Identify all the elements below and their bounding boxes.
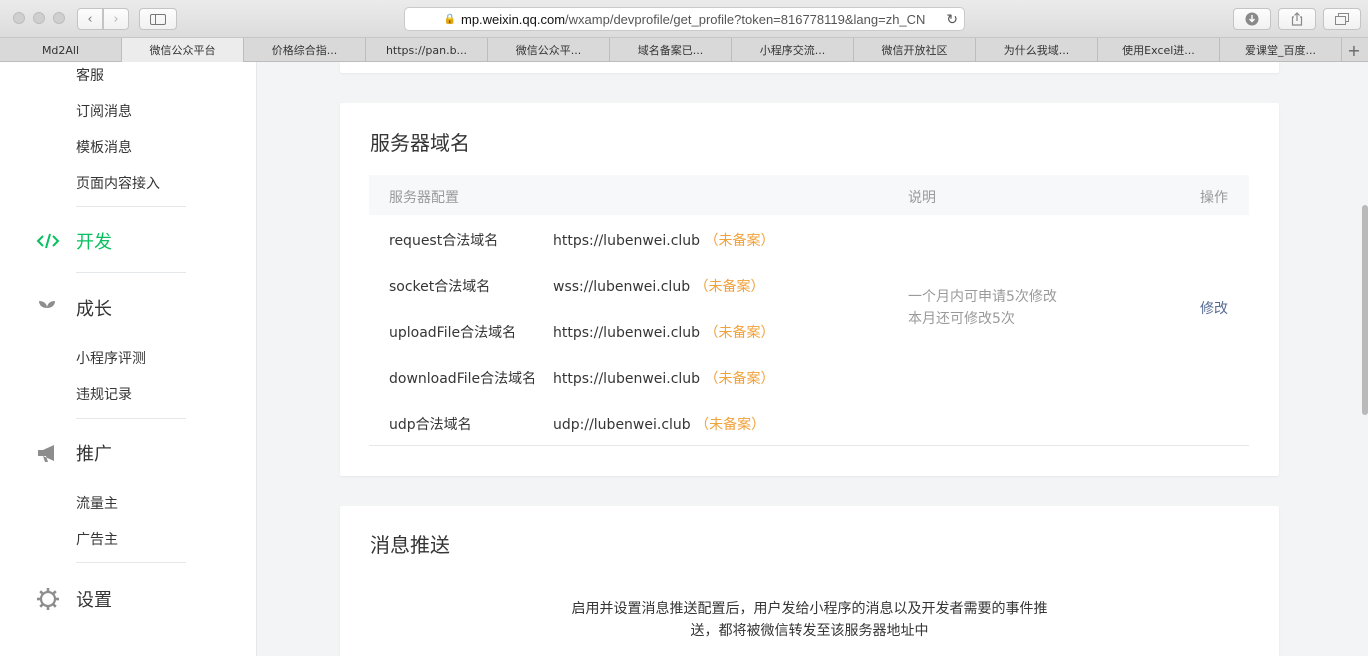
domain-label: socket合法域名 <box>389 279 491 295</box>
browser-tab[interactable]: https://pan.b... <box>366 38 488 62</box>
status-badge: （未备案） <box>704 233 775 249</box>
sidebar-item-advertiser[interactable]: 广告主 <box>76 529 118 549</box>
domain-url: https://lubenwei.club <box>553 325 701 341</box>
page-title: 服务器域名 <box>370 131 470 155</box>
domain-label: downloadFile合法域名 <box>389 371 537 387</box>
domain-value: https://lubenwei.club （未备案） <box>553 230 775 250</box>
sidebar-section-label: 设置 <box>76 590 112 611</box>
sidebar-toggle-button[interactable] <box>139 8 177 30</box>
sidebar-item-subscribe-message[interactable]: 订阅消息 <box>76 101 132 121</box>
scrollbar-thumb[interactable] <box>1362 205 1368 415</box>
status-badge: （未备案） <box>694 279 765 295</box>
sidebar-item-page-content[interactable]: 页面内容接入 <box>76 173 160 193</box>
domain-value: https://lubenwei.club （未备案） <box>553 322 775 342</box>
gear-icon <box>36 587 62 611</box>
reload-icon[interactable]: ↻ <box>946 11 958 28</box>
share-button[interactable] <box>1278 8 1316 30</box>
domain-url: udp://lubenwei.club <box>553 417 691 433</box>
domain-url: https://lubenwei.club <box>553 233 701 249</box>
desc-line: 本月还可修改5次 <box>908 311 1015 327</box>
domain-label: uploadFile合法域名 <box>389 325 517 341</box>
sidebar-section-label: 推广 <box>76 444 112 465</box>
domain-label: udp合法域名 <box>389 417 472 433</box>
address-bar[interactable]: 🔒 mp.weixin.qq.com/wxamp/devprofile/get_… <box>404 7 965 31</box>
minimize-window-button[interactable] <box>33 12 45 24</box>
previous-card <box>340 62 1279 73</box>
browser-tab[interactable]: 价格综合指... <box>244 38 366 62</box>
download-icon <box>1245 12 1259 26</box>
chevron-left-icon: ‹ <box>87 11 93 27</box>
sidebar-item-violation-records[interactable]: 违规记录 <box>76 384 132 404</box>
sidebar-item-customer-service[interactable]: 客服 <box>76 65 104 85</box>
domain-value: udp://lubenwei.club （未备案） <box>553 414 765 434</box>
browser-tab[interactable]: 为什么我域... <box>976 38 1098 62</box>
sidebar-section-develop[interactable]: 开发 <box>36 228 112 254</box>
sprout-icon <box>36 296 62 320</box>
status-badge: （未备案） <box>704 371 775 387</box>
message-push-card: 消息推送 启用并设置消息推送配置后，用户发给小程序的消息以及开发者需要的事件推 … <box>340 506 1279 656</box>
sidebar-section-settings[interactable]: 设置 <box>36 586 112 612</box>
sidebar: 客服 订阅消息 模板消息 页面内容接入 开发 成长 小程序评测 违规记录 推广 … <box>0 62 257 656</box>
url-path: /wxamp/devprofile/get_profile?token=8167… <box>565 11 926 27</box>
sidebar-section-label: 成长 <box>76 299 112 320</box>
browser-tab[interactable]: 小程序交流... <box>732 38 854 62</box>
desc-line: 一个月内可申请5次修改 <box>908 289 1057 305</box>
domain-url: wss://lubenwei.club <box>553 279 691 295</box>
plus-icon: + <box>1347 40 1361 60</box>
column-header-action: 操作 <box>1200 190 1228 206</box>
domain-url: https://lubenwei.club <box>553 371 701 387</box>
status-badge: （未备案） <box>695 417 766 433</box>
zoom-window-button[interactable] <box>53 12 65 24</box>
sidebar-divider <box>76 562 186 563</box>
section-title: 消息推送 <box>370 533 450 557</box>
table-divider <box>369 445 1249 446</box>
downloads-button[interactable] <box>1233 8 1271 30</box>
code-icon <box>36 229 62 253</box>
sidebar-section-growth[interactable]: 成长 <box>36 295 112 321</box>
forward-button[interactable]: › <box>103 8 129 30</box>
domain-value: https://lubenwei.club （未备案） <box>553 368 775 388</box>
sidebar-item-template-message[interactable]: 模板消息 <box>76 137 132 157</box>
tabs-icon <box>1335 13 1349 25</box>
browser-tab[interactable]: 使用Excel进... <box>1098 38 1220 62</box>
tab-bar: Md2All 微信公众平台 价格综合指... https://pan.b... … <box>0 38 1368 62</box>
megaphone-icon <box>36 441 62 465</box>
browser-tab-active[interactable]: 微信公众平台 <box>122 38 244 62</box>
modify-link[interactable]: 修改 <box>1200 298 1228 318</box>
browser-tab[interactable]: 微信公众平... <box>488 38 610 62</box>
browser-tab[interactable]: Md2All <box>0 38 122 62</box>
sidebar-section-label: 开发 <box>76 232 112 253</box>
sidebar-icon <box>150 13 166 25</box>
browser-tab[interactable]: 域名备案已... <box>610 38 732 62</box>
modify-quota-description: 一个月内可申请5次修改 本月还可修改5次 <box>908 286 1057 330</box>
column-header-desc: 说明 <box>908 190 936 206</box>
server-domain-card: 服务器域名 服务器配置 说明 操作 request合法域名 https://lu… <box>340 103 1279 476</box>
browser-toolbar: ‹ › 🔒 mp.weixin.qq.com/wxamp/devprofile/… <box>0 0 1368 38</box>
sidebar-item-evaluation[interactable]: 小程序评测 <box>76 348 146 368</box>
domain-value: wss://lubenwei.club （未备案） <box>553 276 765 296</box>
desc-line: 送，都将被微信转发至该服务器地址中 <box>690 623 929 639</box>
sidebar-divider <box>76 206 186 207</box>
sidebar-section-promotion[interactable]: 推广 <box>36 440 112 466</box>
chevron-right-icon: › <box>113 11 119 27</box>
back-button[interactable]: ‹ <box>77 8 103 30</box>
browser-tab[interactable]: 微信开放社区 <box>854 38 976 62</box>
sidebar-item-traffic-owner[interactable]: 流量主 <box>76 493 118 513</box>
tab-overview-button[interactable] <box>1323 8 1361 30</box>
status-badge: （未备案） <box>704 325 775 341</box>
share-icon <box>1291 12 1303 26</box>
sidebar-divider <box>76 418 186 419</box>
new-tab-button[interactable]: + <box>1342 38 1366 62</box>
close-window-button[interactable] <box>13 12 25 24</box>
lock-icon: 🔒 <box>443 13 456 25</box>
desc-line: 启用并设置消息推送配置后，用户发给小程序的消息以及开发者需要的事件推 <box>571 601 1048 617</box>
domain-label: request合法域名 <box>389 233 499 249</box>
column-header-config: 服务器配置 <box>389 190 459 206</box>
push-description: 启用并设置消息推送配置后，用户发给小程序的消息以及开发者需要的事件推 送，都将被… <box>340 598 1279 642</box>
table-header: 服务器配置 说明 操作 <box>369 175 1249 215</box>
url-host: mp.weixin.qq.com <box>461 11 566 27</box>
sidebar-divider <box>76 272 186 273</box>
browser-tab[interactable]: 爱课堂_百度... <box>1220 38 1342 62</box>
